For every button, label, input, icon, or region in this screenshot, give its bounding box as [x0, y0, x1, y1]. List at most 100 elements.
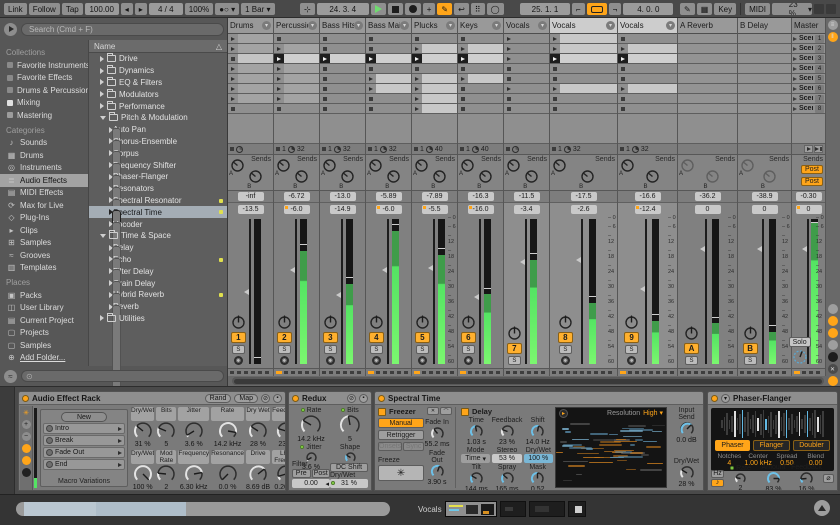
macro-knob[interactable]	[156, 464, 176, 484]
clip-slot[interactable]	[320, 94, 365, 104]
expand-arrow-icon[interactable]	[100, 103, 104, 110]
fader-handle[interactable]	[335, 291, 341, 298]
peak-value-box[interactable]: -13.0	[329, 192, 356, 201]
clip-slot[interactable]	[412, 34, 457, 44]
groove-pool-button[interactable]: ≈	[4, 369, 17, 383]
fader-value-box[interactable]: -14.9	[329, 205, 356, 214]
time-signature-field[interactable]: 4 / 4	[148, 3, 183, 15]
session-overview-icon[interactable]: ≡	[827, 20, 838, 30]
nudge-down-button[interactable]: ◂	[120, 3, 133, 15]
clip-slot[interactable]	[274, 64, 319, 74]
device-thumbnail-rack[interactable]	[444, 501, 497, 517]
clip-launch-button[interactable]	[550, 54, 560, 63]
track-header-A[interactable]: A Reverb	[678, 18, 737, 34]
volume-fader[interactable]	[432, 219, 435, 364]
browser-item-eq-filters[interactable]: EQ & Filters	[89, 76, 227, 89]
clip-slot[interactable]	[412, 104, 457, 114]
device-thumbnail[interactable]	[499, 501, 526, 517]
clip-launch-button[interactable]	[618, 104, 628, 113]
fade-in-value[interactable]: 55.2 ms	[423, 441, 451, 448]
clip-slot[interactable]	[504, 84, 549, 94]
macro-knob[interactable]	[218, 421, 238, 441]
clip-slot[interactable]	[228, 84, 273, 94]
delay-mask-knob[interactable]	[522, 471, 553, 486]
clip-slot[interactable]	[366, 54, 411, 64]
rate-hz-button[interactable]: Hz	[711, 469, 724, 478]
volume-fader[interactable]	[386, 219, 389, 364]
fader-value-box[interactable]: -6.0	[283, 205, 310, 214]
sidebar-item-audio-effects[interactable]: ≣ Audio Effects	[0, 174, 88, 187]
macro-knob[interactable]	[133, 421, 153, 441]
pan-knob[interactable]	[277, 315, 292, 330]
clip-launch-button[interactable]	[274, 64, 284, 73]
sidebar-item-sounds[interactable]: ♪ Sounds	[0, 137, 88, 150]
rack-save-icon[interactable]: ▪	[273, 393, 282, 403]
solo-button[interactable]: S	[277, 345, 291, 354]
loop-start-field[interactable]: 25. 1. 1	[520, 3, 570, 15]
clip-slot[interactable]	[228, 74, 273, 84]
volume-fader[interactable]	[580, 219, 583, 364]
macro-value[interactable]: 0.0 %	[219, 484, 237, 490]
browser-item-drive[interactable]: Drive	[89, 53, 227, 65]
macro-value[interactable]: 100 %	[133, 484, 153, 490]
sidebar-item-drums-percussion[interactable]: Drums & Percussion	[0, 84, 88, 97]
pan-knob[interactable]	[743, 326, 758, 341]
delay-mode-select[interactable]: Time ▾	[461, 454, 491, 463]
spectrogram-display[interactable]: ▸ Resolution High ▾	[555, 407, 667, 488]
peak-value-box[interactable]: -6.72	[283, 192, 310, 201]
browser-item-corpus[interactable]: Corpus	[89, 147, 227, 252]
phaser-activator-led[interactable]	[711, 394, 718, 402]
fader-handle[interactable]	[243, 289, 249, 296]
name-column-header[interactable]: Name △	[89, 40, 227, 53]
clip-launch-button[interactable]	[504, 54, 514, 63]
clip-launch-button[interactable]	[228, 104, 238, 113]
clip-launch-button[interactable]	[228, 54, 238, 63]
pan-knob[interactable]	[558, 315, 573, 330]
send-b-knob[interactable]	[524, 169, 539, 184]
io-meter-icon[interactable]: ‖	[827, 32, 838, 42]
send-b-knob[interactable]	[580, 169, 595, 184]
variation-row-fade-out[interactable]: Fade Out	[43, 447, 125, 458]
clip-slot[interactable]	[458, 64, 503, 74]
clip-launch-button[interactable]	[458, 84, 468, 93]
clip-slot[interactable]	[678, 34, 737, 44]
variation-row-end[interactable]: End	[43, 459, 125, 470]
rack-hotswap-icon[interactable]: ⊘	[261, 393, 270, 403]
solo-button[interactable]: S	[369, 345, 383, 354]
clip-slot[interactable]	[618, 84, 677, 94]
rack-activator-led[interactable]	[22, 394, 29, 402]
volume-fader[interactable]	[762, 219, 765, 364]
clip-slot[interactable]	[412, 74, 457, 84]
input-send-knob[interactable]	[670, 421, 703, 437]
scene-slot-2[interactable]: Scene 22	[792, 44, 825, 54]
redux-hotswap-icon[interactable]: ⊘	[347, 393, 356, 403]
fader-handle[interactable]	[289, 267, 295, 274]
clip-launch-button[interactable]	[366, 74, 376, 83]
clip-slot[interactable]	[550, 94, 617, 104]
solo-button[interactable]: S	[685, 356, 699, 365]
pan-knob[interactable]	[231, 315, 246, 330]
freeze-button[interactable]: ✳	[378, 465, 424, 481]
pan-knob[interactable]	[684, 326, 699, 341]
redux-bits-knob[interactable]	[331, 414, 369, 436]
solo-button[interactable]: S	[507, 356, 521, 365]
clip-launch-button[interactable]	[458, 64, 468, 73]
cpu-meter[interactable]: 23 % ▾	[772, 3, 812, 15]
clip-slot[interactable]	[458, 84, 503, 94]
track-fold-icon[interactable]: ▾	[666, 21, 675, 30]
browser-item-vocoder[interactable]: Vocoder	[89, 218, 227, 323]
clip-launch-button[interactable]	[618, 94, 628, 103]
browser-item-frequency-shifter[interactable]: Frequency Shifter	[89, 159, 227, 264]
mode-button-flanger[interactable]: Flanger	[753, 440, 790, 451]
display-retrigger-icon[interactable]: ▸	[559, 408, 568, 418]
session-record-button[interactable]: ◯	[486, 3, 504, 15]
delay-feedback-knob[interactable]	[492, 424, 523, 439]
redux-title-bar[interactable]: Redux ⊘ ▪	[289, 392, 371, 405]
clip-slot[interactable]	[366, 94, 411, 104]
macro-knob[interactable]	[184, 464, 204, 484]
follow-button[interactable]: Follow	[28, 3, 60, 15]
track-header-5[interactable]: Plucks ▾	[412, 18, 457, 34]
clip-launch-button[interactable]	[412, 64, 422, 73]
macro-knob[interactable]	[218, 464, 238, 484]
loop-length-field[interactable]: 4. 0. 0	[623, 3, 674, 15]
